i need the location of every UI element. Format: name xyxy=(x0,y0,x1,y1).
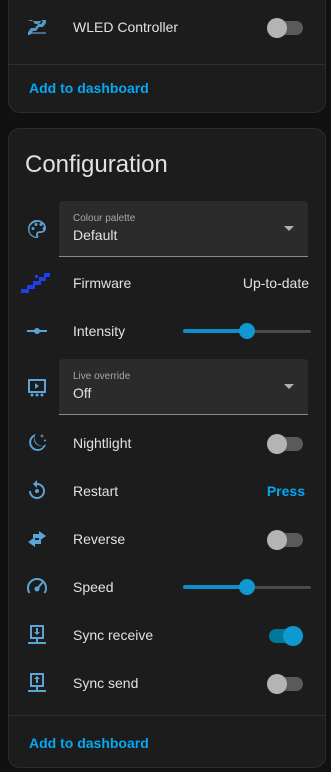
configuration-card: Configuration Colour palette Default Fir… xyxy=(8,128,326,768)
sync-send-toggle[interactable] xyxy=(267,673,303,694)
slider-knob[interactable] xyxy=(239,579,255,595)
device-info-card: WLED Controller Add to dashboard xyxy=(8,0,326,113)
colour-palette-select[interactable]: Colour palette Default xyxy=(59,201,308,257)
speed-row: Speed xyxy=(9,563,325,611)
card-title: Configuration xyxy=(25,151,168,178)
firmware-row: Firmware Up-to-date xyxy=(9,259,325,307)
nightlight-icon xyxy=(25,431,49,455)
restart-label: Restart xyxy=(73,483,119,499)
sync-receive-toggle[interactable] xyxy=(267,625,303,646)
restart-press-button[interactable]: Press xyxy=(267,483,305,499)
wled-controller-toggle[interactable] xyxy=(267,17,303,38)
divider xyxy=(9,64,325,65)
nightlight-row: Nightlight xyxy=(9,419,325,467)
speed-label: Speed xyxy=(73,579,114,595)
add-to-dashboard-link[interactable]: Add to dashboard xyxy=(29,735,149,751)
chevron-down-icon xyxy=(284,226,294,231)
speedometer-icon xyxy=(25,575,49,599)
reverse-icon xyxy=(25,527,49,551)
entity-label: WLED Controller xyxy=(73,19,179,35)
sync-receive-icon xyxy=(25,623,49,647)
chevron-down-icon xyxy=(284,384,294,389)
sync-receive-label: Sync receive xyxy=(73,627,154,643)
firmware-update-icon xyxy=(21,271,53,295)
reverse-label: Reverse xyxy=(73,531,126,547)
toggle-thumb xyxy=(283,626,303,646)
slider-icon xyxy=(25,319,49,343)
toggle-thumb xyxy=(267,434,287,454)
reverse-toggle[interactable] xyxy=(267,529,303,550)
palette-icon xyxy=(25,217,49,241)
live-override-row: Live override Off xyxy=(9,359,325,415)
toggle-thumb xyxy=(267,18,287,38)
add-to-dashboard-link[interactable]: Add to dashboard xyxy=(29,80,149,96)
colour-palette-row: Colour palette Default xyxy=(9,201,325,257)
intensity-row: Intensity xyxy=(9,307,325,355)
slider-fill xyxy=(183,585,247,589)
toggle-thumb xyxy=(267,530,287,550)
select-value: Off xyxy=(73,385,92,401)
live-override-icon xyxy=(25,375,49,399)
sync-send-icon xyxy=(25,671,49,695)
firmware-status: Up-to-date xyxy=(242,275,309,291)
led-strip-icon xyxy=(25,15,49,39)
select-value: Default xyxy=(73,227,118,243)
intensity-slider[interactable] xyxy=(183,321,311,341)
select-label: Live override xyxy=(73,371,131,382)
live-override-select[interactable]: Live override Off xyxy=(59,359,308,415)
intensity-label: Intensity xyxy=(73,323,126,339)
sync-send-label: Sync send xyxy=(73,675,139,691)
restart-row: Restart Press xyxy=(9,467,325,515)
slider-fill xyxy=(183,329,247,333)
sync-send-row: Sync send xyxy=(9,659,325,707)
wled-controller-row: WLED Controller xyxy=(9,3,325,51)
nightlight-toggle[interactable] xyxy=(267,433,303,454)
sync-receive-row: Sync receive xyxy=(9,611,325,659)
select-label: Colour palette xyxy=(73,213,136,224)
nightlight-label: Nightlight xyxy=(73,435,132,451)
restart-icon xyxy=(25,479,49,503)
firmware-label: Firmware xyxy=(73,275,132,291)
speed-slider[interactable] xyxy=(183,577,311,597)
reverse-row: Reverse xyxy=(9,515,325,563)
divider xyxy=(9,715,325,716)
slider-knob[interactable] xyxy=(239,323,255,339)
toggle-thumb xyxy=(267,674,287,694)
